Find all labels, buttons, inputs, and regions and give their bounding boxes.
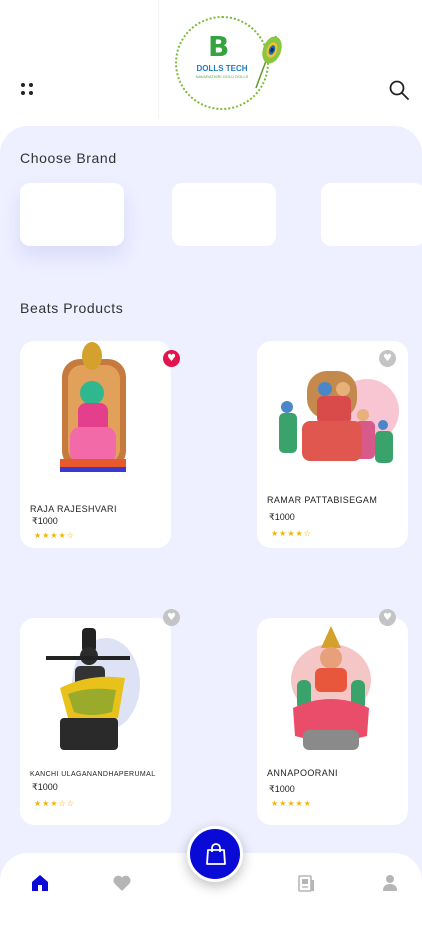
peacock-feather-icon [255,35,282,89]
brand-card[interactable] [172,183,276,246]
brand-card[interactable] [20,183,124,246]
product-name: KANCHI ULAGANANDHAPERUMAL [30,771,156,778]
product-price: ₹1000 [269,512,295,522]
home-icon[interactable] [30,873,50,893]
best-products-title: Beats Products [20,300,124,316]
rating-stars: ★★★★☆ [34,531,75,540]
rating-stars: ★★★★☆ [271,529,312,538]
favorite-heart-icon[interactable]: ♥ [379,609,396,626]
brand-card[interactable] [321,183,422,246]
product-price: ₹1000 [269,784,295,794]
grid-dots-icon[interactable] [20,82,36,98]
product-image [60,342,126,472]
product-name: ANNAPOORANI [267,768,338,778]
logo-letter: B [208,30,230,63]
orders-icon[interactable] [296,873,316,893]
product-card[interactable]: RAMAR PATTABISEGAM ₹1000 ★★★★☆ [257,341,408,548]
shopping-bag-icon [206,843,226,865]
app-screen: B DOLLS TECH NAVARATHIRI GOLU DOLLS Choo… [0,0,422,926]
product-card[interactable]: ANNAPOORANI ₹1000 ★★★★★ [257,618,408,825]
rating-stars: ★★★☆☆ [34,799,75,808]
product-name: RAMAR PATTABISEGAM [267,495,378,505]
product-card[interactable]: RAJA RAJESHVARI ₹1000 ★★★★☆ [20,341,171,548]
cart-bag-button[interactable] [187,826,243,882]
product-price: ₹1000 [32,516,58,526]
rating-stars: ★★★★★ [271,799,312,808]
product-card[interactable]: KANCHI ULAGANANDHAPERUMAL ₹1000 ★★★☆☆ [20,618,171,825]
favorite-heart-icon[interactable]: ♥ [163,350,180,367]
product-image [291,626,371,750]
favorite-heart-icon[interactable]: ♥ [163,609,180,626]
choose-brand-title: Choose Brand [20,150,117,166]
profile-icon[interactable] [380,873,400,893]
product-name: RAJA RAJESHVARI [30,504,117,514]
search-icon[interactable] [389,80,409,100]
product-price: ₹1000 [32,782,58,792]
favorite-heart-icon[interactable]: ♥ [379,350,396,367]
heart-icon[interactable] [112,873,132,893]
product-image [46,628,140,750]
